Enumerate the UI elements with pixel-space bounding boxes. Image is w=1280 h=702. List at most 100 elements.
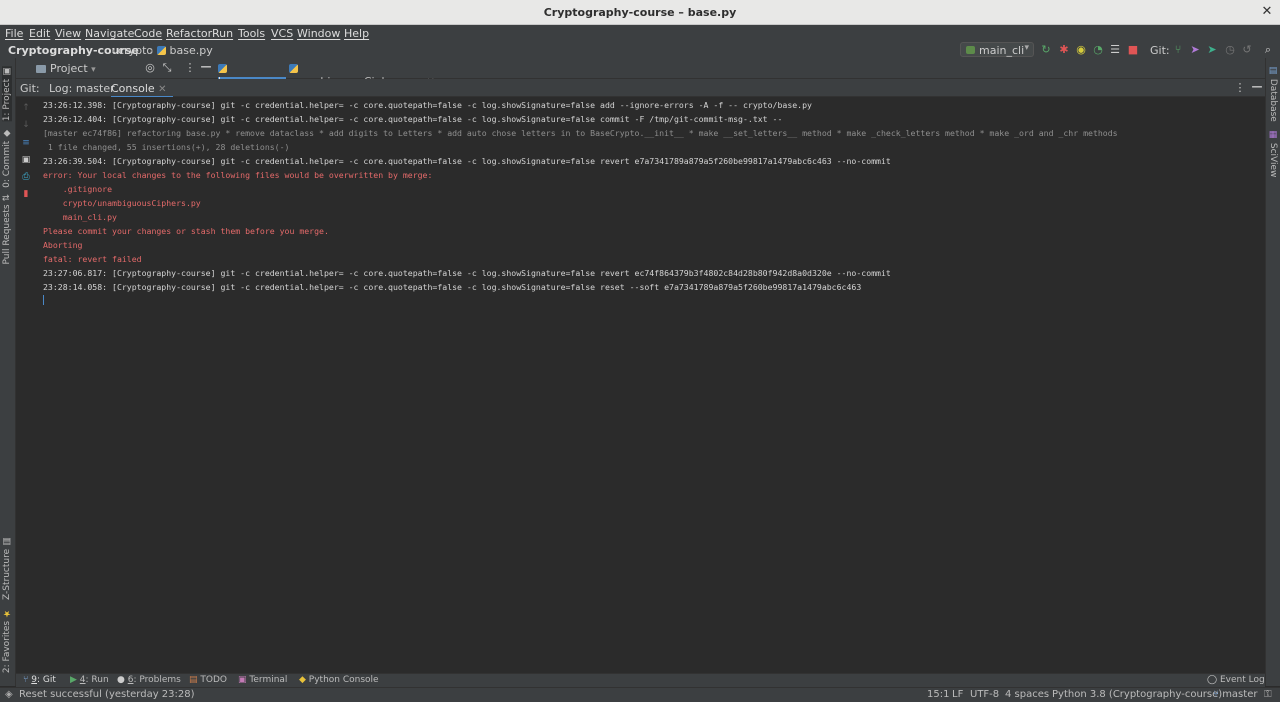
tab-base-py[interactable]: base.py✕ xyxy=(218,58,286,88)
search-everywhere-icon[interactable]: ⌕ xyxy=(1262,44,1274,56)
lock-icon[interactable]: ⚿ xyxy=(1264,689,1272,700)
python-run-config-icon xyxy=(966,46,975,54)
profile-icon[interactable]: ◔ xyxy=(1092,44,1104,56)
git-update-icon[interactable]: ⑂ xyxy=(1172,44,1184,56)
tool-window-sciview[interactable]: ▦ SciView xyxy=(1268,130,1278,177)
breadcrumb-separator: › xyxy=(111,44,116,57)
tool-window-favorites[interactable]: 2: Favorites ★ xyxy=(2,608,12,673)
debug-icon[interactable]: ✱ xyxy=(1058,44,1070,56)
menu-file[interactable]: File xyxy=(5,27,23,40)
tab-log-master[interactable]: Log: master xyxy=(49,82,115,95)
more-options-icon[interactable]: ⋮ xyxy=(1234,82,1246,94)
menu-code[interactable]: Code xyxy=(134,27,162,40)
left-tool-window-bar: 1: Project ▣ 0: Commit ◆ Pull Requests ⇅… xyxy=(0,58,16,686)
menu-bar: File Edit View Navigate Code Refactor Ru… xyxy=(0,25,1280,42)
window-title: Cryptography-course – base.py xyxy=(543,6,737,19)
line-separator[interactable]: LF xyxy=(952,689,963,700)
tool-window-structure[interactable]: Z-Structure ▤ xyxy=(2,536,12,600)
tab-console[interactable]: Console ✕ xyxy=(111,82,173,98)
git-panel-label: Git: xyxy=(20,82,40,95)
scroll-to-end-icon[interactable]: ▣ xyxy=(21,155,31,165)
tool-window-python-console[interactable]: ◆ Python Console xyxy=(299,675,379,685)
layers-icon[interactable]: ◈ xyxy=(5,689,13,700)
soft-wrap-icon[interactable]: ≡ xyxy=(21,138,31,148)
breadcrumb-file: base.py xyxy=(169,44,213,57)
git-commit-icon[interactable]: ➤ xyxy=(1189,44,1201,56)
close-tab-icon[interactable]: ✕ xyxy=(158,84,166,95)
status-message[interactable]: Reset successful (yesterday 23:28) xyxy=(19,689,195,700)
console-line: 23:26:12.404: [Cryptography-course] git … xyxy=(43,114,783,124)
rerun-icon[interactable]: ↻ xyxy=(1040,44,1052,56)
tool-window-git[interactable]: ⑂ 9: Git xyxy=(23,675,56,685)
run-configuration-selector[interactable]: main_cli ▾ xyxy=(960,42,1034,57)
clear-all-icon[interactable]: ▮ xyxy=(21,189,31,199)
project-panel-label: Project xyxy=(50,62,88,75)
breadcrumb-folder[interactable]: crypto xyxy=(118,44,153,57)
console-line: 23:27:06.817: [Cryptography-course] git … xyxy=(43,268,891,278)
menu-navigate[interactable]: Navigate xyxy=(85,27,134,40)
console-line: 1 file changed, 55 insertions(+), 28 del… xyxy=(43,142,290,152)
tab-unambiguous-ciphers-py[interactable]: unambiguousCiphers.py✕ xyxy=(289,58,435,88)
rollback-icon[interactable]: ↺ xyxy=(1241,44,1253,56)
tab-console-label: Console xyxy=(111,82,155,95)
tool-window-run[interactable]: ▶ 4: Run xyxy=(70,675,109,685)
menu-edit[interactable]: Edit xyxy=(29,27,50,40)
tool-window-database[interactable]: ▤ Database xyxy=(1268,66,1278,122)
git-push-icon[interactable]: ➤ xyxy=(1206,44,1218,56)
more-options-icon[interactable]: ⋮ xyxy=(184,62,196,74)
menu-refactor[interactable]: Refactor xyxy=(166,27,212,40)
tool-window-python-console-label: Python Console xyxy=(308,675,379,685)
run-with-coverage-icon[interactable]: ◉ xyxy=(1075,44,1087,56)
caret-position[interactable]: 15:1 xyxy=(927,689,949,700)
tool-window-sciview-label: SciView xyxy=(1268,142,1278,178)
locate-file-icon[interactable]: ◎ xyxy=(144,62,156,74)
window-titlebar: Cryptography-course – base.py ✕ xyxy=(0,0,1280,25)
console-line: 23:26:39.504: [Cryptography-course] git … xyxy=(43,156,891,166)
history-icon[interactable]: ◷ xyxy=(1224,44,1236,56)
git-panel-header: Git: Log: master Console ✕ ⋮ — xyxy=(16,79,1265,98)
arrow-up-icon[interactable]: ↑ xyxy=(21,103,31,113)
tool-window-favorites-label: 2: Favorites xyxy=(2,620,12,674)
menu-run[interactable]: Run xyxy=(212,27,233,40)
project-view-selector[interactable]: Project ▾ xyxy=(36,62,96,75)
arrow-down-icon[interactable]: ↓ xyxy=(21,120,31,130)
branch-icon: ⑂ xyxy=(1213,689,1219,700)
event-log-button[interactable]: ◯ Event Log xyxy=(1207,675,1265,685)
build-icon[interactable]: ☰ xyxy=(1109,44,1121,56)
collapse-all-icon[interactable]: ⤡ xyxy=(161,62,173,74)
hide-panel-icon[interactable]: — xyxy=(1251,81,1263,93)
console-line: Please commit your changes or stash them… xyxy=(43,226,329,236)
menu-vcs[interactable]: VCS xyxy=(271,27,293,40)
git-branch-widget[interactable]: ⑂ master xyxy=(1213,689,1257,700)
tool-window-problems[interactable]: ● 6: Problems xyxy=(117,675,181,685)
git-console-output[interactable]: 23:26:12.398: [Cryptography-course] git … xyxy=(36,97,1265,673)
tool-window-pull-requests[interactable]: Pull Requests ⇅ xyxy=(2,194,12,265)
console-line: Aborting xyxy=(43,240,83,250)
bottom-tool-window-bar: ⑂ 9: Git ▶ 4: Run ● 6: Problems ▤ TODO ▣… xyxy=(16,673,1265,687)
breadcrumb-separator: › xyxy=(149,44,154,57)
tool-window-project[interactable]: 1: Project ▣ xyxy=(2,66,12,122)
tool-window-git-label: : Git xyxy=(37,675,56,685)
tool-window-terminal[interactable]: ▣ Terminal xyxy=(238,675,287,685)
print-icon[interactable]: ⎙ xyxy=(21,172,31,182)
breadcrumb-file-item[interactable]: base.py xyxy=(157,44,213,57)
chevron-down-icon: ▾ xyxy=(1024,43,1029,53)
hide-panel-icon[interactable]: — xyxy=(200,61,212,73)
stop-icon[interactable]: ■ xyxy=(1127,44,1139,56)
tool-window-todo[interactable]: ▤ TODO xyxy=(189,675,227,685)
indent-setting[interactable]: 4 spaces xyxy=(1005,689,1049,700)
file-encoding[interactable]: UTF-8 xyxy=(970,689,999,700)
menu-tools[interactable]: Tools xyxy=(238,27,265,40)
close-window-icon[interactable]: ✕ xyxy=(1260,5,1274,19)
menu-window[interactable]: Window xyxy=(297,27,340,40)
tool-window-todo-label: TODO xyxy=(200,675,227,685)
tool-window-commit[interactable]: 0: Commit ◆ xyxy=(2,128,12,188)
python-interpreter[interactable]: Python 3.8 (Cryptography-course) xyxy=(1052,689,1222,700)
run-configuration-name: main_cli xyxy=(979,44,1025,57)
right-tool-window-bar: ▤ Database ▦ SciView xyxy=(1265,58,1280,686)
tool-window-pull-requests-label: Pull Requests xyxy=(2,204,12,265)
tool-window-structure-label: Z-Structure xyxy=(2,548,12,600)
menu-help[interactable]: Help xyxy=(344,27,369,40)
menu-view[interactable]: View xyxy=(55,27,81,40)
tool-window-terminal-label: Terminal xyxy=(249,675,288,685)
